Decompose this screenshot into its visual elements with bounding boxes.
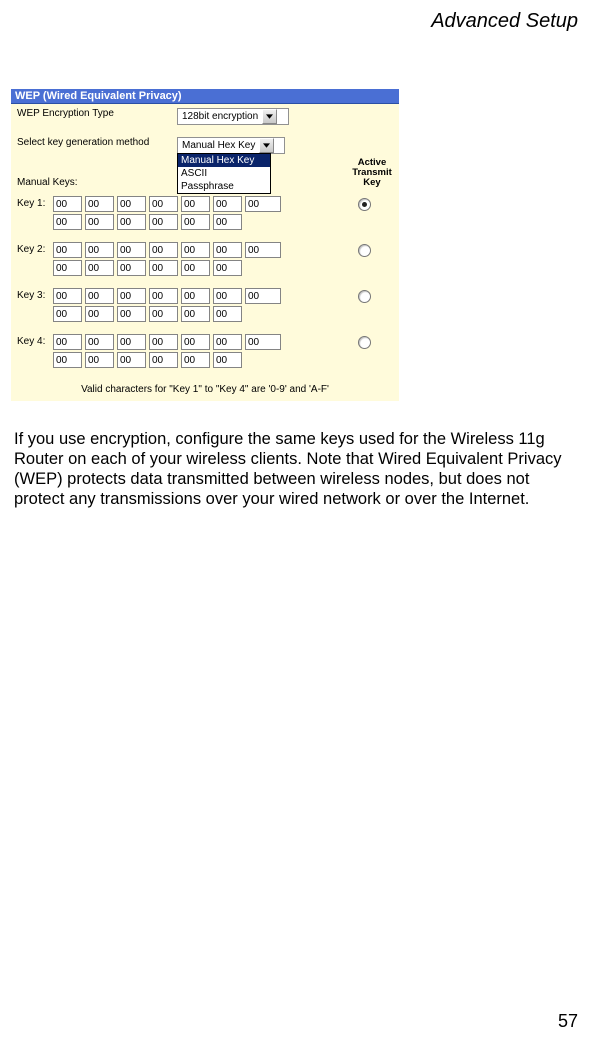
hex-input[interactable] (245, 288, 281, 304)
active-transmit-key-radio[interactable] (358, 290, 371, 303)
hex-input[interactable] (149, 306, 178, 322)
encryption-type-label: WEP Encryption Type (17, 108, 177, 119)
hex-input[interactable] (149, 352, 178, 368)
hex-input[interactable] (53, 288, 82, 304)
active-transmit-key-radio[interactable] (358, 244, 371, 257)
hex-input[interactable] (149, 260, 178, 276)
hex-input[interactable] (85, 242, 114, 258)
hex-input[interactable] (181, 214, 210, 230)
hex-grid (53, 334, 343, 370)
chevron-down-icon[interactable] (259, 138, 274, 153)
chevron-down-icon[interactable] (262, 109, 277, 124)
key-row: Key 3: (17, 288, 397, 324)
keygen-method-label: Select key generation method (17, 137, 177, 148)
hex-input[interactable] (85, 196, 114, 212)
hex-input[interactable] (53, 260, 82, 276)
keygen-option[interactable]: ASCII (178, 167, 270, 180)
hex-input[interactable] (149, 196, 178, 212)
hex-input[interactable] (53, 334, 82, 350)
hex-grid (53, 242, 343, 278)
hex-input[interactable] (149, 214, 178, 230)
hex-input[interactable] (53, 352, 82, 368)
hex-grid (53, 288, 343, 324)
hex-input[interactable] (245, 242, 281, 258)
key-row: Key 1: (17, 196, 397, 232)
hex-input[interactable] (245, 196, 281, 212)
hex-input[interactable] (181, 196, 210, 212)
hex-input[interactable] (213, 306, 242, 322)
hex-input[interactable] (85, 352, 114, 368)
hex-input[interactable] (213, 214, 242, 230)
key-label: Key 4: (17, 334, 53, 347)
key-row: Key 2: (17, 242, 397, 278)
hex-input[interactable] (117, 260, 146, 276)
hex-input[interactable] (181, 306, 210, 322)
hex-input[interactable] (85, 334, 114, 350)
hex-input[interactable] (85, 306, 114, 322)
encryption-type-value: 128bit encryption (178, 111, 262, 122)
hex-input[interactable] (149, 242, 178, 258)
valid-characters-note: Valid characters for "Key 1" to "Key 4" … (11, 380, 399, 401)
hex-input[interactable] (53, 214, 82, 230)
encryption-type-select[interactable]: 128bit encryption (177, 108, 289, 125)
hex-input[interactable] (245, 334, 281, 350)
hex-input[interactable] (117, 214, 146, 230)
key-label: Key 1: (17, 196, 53, 209)
hex-input[interactable] (53, 196, 82, 212)
keygen-method-select[interactable]: Manual Hex Key (177, 137, 285, 154)
hex-input[interactable] (117, 334, 146, 350)
hex-input[interactable] (117, 242, 146, 258)
wep-config-screenshot: WEP (Wired Equivalent Privacy) WEP Encry… (11, 89, 401, 401)
key-label: Key 3: (17, 288, 53, 301)
hex-input[interactable] (213, 196, 242, 212)
hex-input[interactable] (85, 214, 114, 230)
page-number: 57 (558, 1011, 578, 1032)
wep-panel-header: WEP (Wired Equivalent Privacy) (11, 89, 399, 104)
active-transmit-key-radio[interactable] (358, 336, 371, 349)
hex-input[interactable] (117, 196, 146, 212)
keygen-option[interactable]: Manual Hex Key (178, 154, 270, 167)
hex-grid (53, 196, 343, 232)
hex-input[interactable] (181, 288, 210, 304)
hex-input[interactable] (181, 260, 210, 276)
page-title: Advanced Setup (0, 0, 600, 33)
hex-input[interactable] (213, 260, 242, 276)
hex-input[interactable] (117, 306, 146, 322)
hex-input[interactable] (213, 352, 242, 368)
hex-input[interactable] (213, 288, 242, 304)
hex-input[interactable] (181, 352, 210, 368)
hex-input[interactable] (149, 288, 178, 304)
manual-keys-label: Manual Keys: (17, 177, 177, 188)
hex-input[interactable] (53, 306, 82, 322)
hex-input[interactable] (181, 334, 210, 350)
key-label: Key 2: (17, 242, 53, 255)
body-paragraph: If you use encryption, configure the sam… (14, 429, 582, 509)
hex-input[interactable] (117, 288, 146, 304)
active-transmit-key-radio[interactable] (358, 198, 371, 211)
hex-input[interactable] (85, 288, 114, 304)
keygen-method-value: Manual Hex Key (178, 140, 259, 151)
hex-input[interactable] (213, 334, 242, 350)
hex-input[interactable] (117, 352, 146, 368)
active-transmit-key-label: ActiveTransmitKey (351, 158, 393, 188)
hex-input[interactable] (85, 260, 114, 276)
hex-input[interactable] (149, 334, 178, 350)
hex-input[interactable] (181, 242, 210, 258)
hex-input[interactable] (213, 242, 242, 258)
keygen-method-dropdown: Manual Hex Key ASCII Passphrase (177, 153, 271, 194)
keygen-option[interactable]: Passphrase (178, 180, 270, 193)
key-row: Key 4: (17, 334, 397, 370)
hex-input[interactable] (53, 242, 82, 258)
